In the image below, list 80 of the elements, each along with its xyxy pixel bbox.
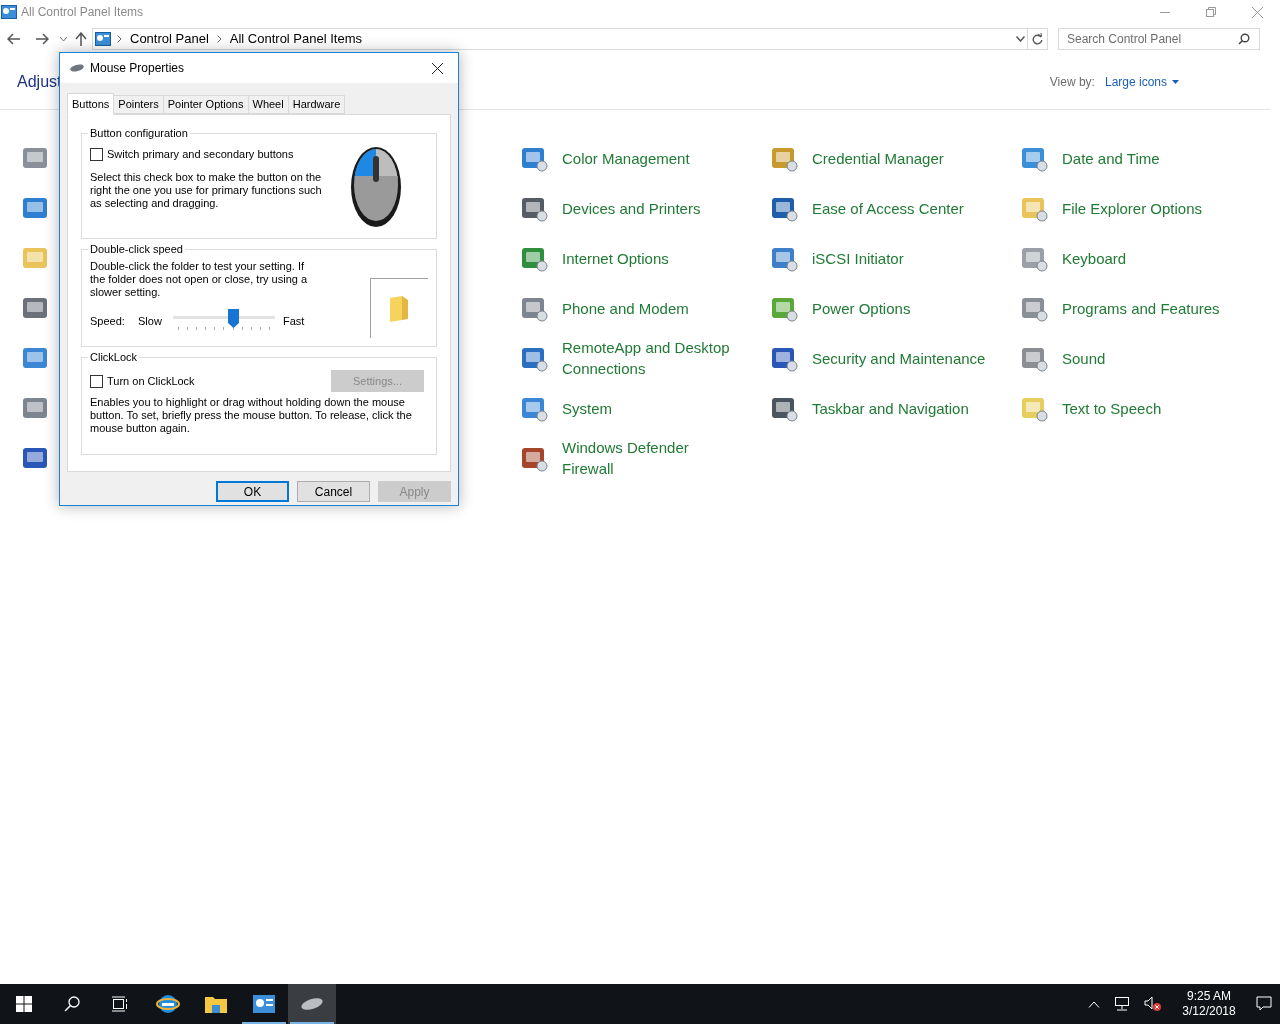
checkbox-label: Switch primary and secondary buttons: [107, 147, 294, 162]
control-panel-link[interactable]: Devices and Printers: [562, 197, 742, 219]
control-panel-link[interactable]: File Explorer Options: [1062, 197, 1242, 219]
taskbar-app[interactable]: [288, 984, 336, 1024]
control-panel-link[interactable]: Ease of Access Center: [812, 197, 992, 219]
speed-label: Speed:: [90, 313, 126, 329]
tab[interactable]: Buttons: [67, 93, 115, 115]
control-panel-icon: [95, 32, 111, 46]
control-panel-link[interactable]: Taskbar and Navigation: [812, 397, 992, 419]
group-title: ClickLock: [88, 350, 140, 364]
checkbox[interactable]: [90, 147, 103, 161]
control-panel-link[interactable]: Credential Manager: [812, 147, 992, 169]
tab[interactable]: Pointers: [113, 95, 164, 114]
control-panel-link[interactable]: Date and Time: [1062, 147, 1242, 169]
group-title: Double-click speed: [88, 242, 185, 256]
control-panel-icon: [252, 994, 276, 1014]
slow-label: Slow: [138, 313, 163, 329]
control-panel-link[interactable]: Sound: [1062, 347, 1242, 369]
chevron-icon: [117, 35, 122, 43]
mouse-icon: [69, 63, 85, 73]
chevron-down-icon: [59, 37, 67, 41]
control-panel-link[interactable]: Text to Speech: [1062, 397, 1242, 419]
task-view-icon: [112, 996, 128, 1012]
description: Double-click the folder to test your setting. If the folder does not open or close, try using a slower setting.: [90, 260, 309, 299]
checkbox-label: Turn on ClickLock: [107, 373, 195, 389]
group-title: Button configuration: [88, 126, 190, 140]
tab[interactable]: Hardware: [287, 95, 346, 114]
minimize-icon: [1160, 11, 1170, 13]
control-panel-link[interactable]: Color Management: [562, 147, 742, 169]
chevron-icon: [216, 35, 222, 43]
control-panel-link[interactable]: iSCSI Initiator: [812, 247, 992, 269]
search-icon: [64, 996, 80, 1012]
close-icon: [1251, 6, 1263, 18]
network-icon[interactable]: [1114, 997, 1130, 1011]
control-panel-link[interactable]: Internet Options: [562, 247, 742, 269]
search-icon: [1238, 33, 1250, 45]
slider-thumb[interactable]: [227, 309, 239, 328]
browser-icon: [156, 992, 180, 1016]
caret-icon: [1172, 79, 1179, 84]
control-panel-link[interactable]: Programs and Features: [1062, 297, 1242, 319]
chevron-up-icon[interactable]: [1088, 1000, 1100, 1008]
breadcrumb-item[interactable]: Control Panel: [128, 29, 211, 49]
speed-slider[interactable]: [173, 309, 275, 333]
test-folder-area[interactable]: [370, 278, 428, 338]
clock-date[interactable]: 3/12/2018: [1182, 1004, 1236, 1019]
dialog-button[interactable]: Cancel: [297, 481, 370, 502]
tab[interactable]: Pointer Options: [162, 95, 249, 114]
control-panel-link[interactable]: Phone and Modem: [562, 297, 742, 319]
up-arrow-icon: [75, 32, 87, 46]
control-panel-link[interactable]: Keyboard: [1062, 247, 1242, 269]
windows-logo-icon: [16, 996, 32, 1012]
mouse-icon: [300, 997, 324, 1011]
refresh-button[interactable]: [1028, 28, 1048, 50]
checkbox[interactable]: [90, 374, 103, 388]
view-by-label: View by:: [1049, 73, 1095, 91]
notification-icon[interactable]: [1256, 996, 1272, 1012]
muted-speaker-icon[interactable]: [1144, 996, 1162, 1012]
breadcrumb-item[interactable]: All Control Panel Items: [227, 29, 364, 49]
close-icon: [431, 62, 443, 74]
dialog-button[interactable]: OK: [216, 481, 289, 502]
restore-icon: [1206, 7, 1216, 17]
back-arrow-icon: [7, 33, 21, 45]
dropdown-icon[interactable]: [1016, 36, 1025, 42]
view-dropdown[interactable]: Large icons: [1104, 72, 1179, 91]
description: Select this check box to make the button on the right the one you use for primary functions such as selecting and dragging.: [90, 170, 323, 210]
fast-label: Fast: [283, 313, 305, 329]
search-field[interactable]: Search Control Panel: [1058, 28, 1260, 50]
control-panel-link[interactable]: Security and Maintenance: [812, 347, 992, 369]
dialog-title: Mouse Properties: [90, 60, 185, 77]
clock-time[interactable]: 9:25 AM: [1187, 989, 1231, 1004]
forward-arrow-icon: [35, 33, 49, 45]
description: Enables you to highlight or drag without holding down the mouse button. To set, briefly press the mouse button. To release, click the mouse button again.: [90, 396, 413, 435]
window-title: All Control Panel Items: [21, 4, 144, 21]
address-bar[interactable]: Control Panel All Control Panel Items: [92, 28, 1028, 50]
control-panel-link[interactable]: Windows Defender Firewall: [562, 437, 742, 479]
control-panel-link[interactable]: System: [562, 397, 742, 419]
tab[interactable]: Wheel: [247, 95, 289, 114]
refresh-icon: [1032, 33, 1043, 45]
control-panel-link[interactable]: Power Options: [812, 297, 992, 319]
control-panel-link[interactable]: RemoteApp and Desktop Connections: [562, 337, 742, 379]
